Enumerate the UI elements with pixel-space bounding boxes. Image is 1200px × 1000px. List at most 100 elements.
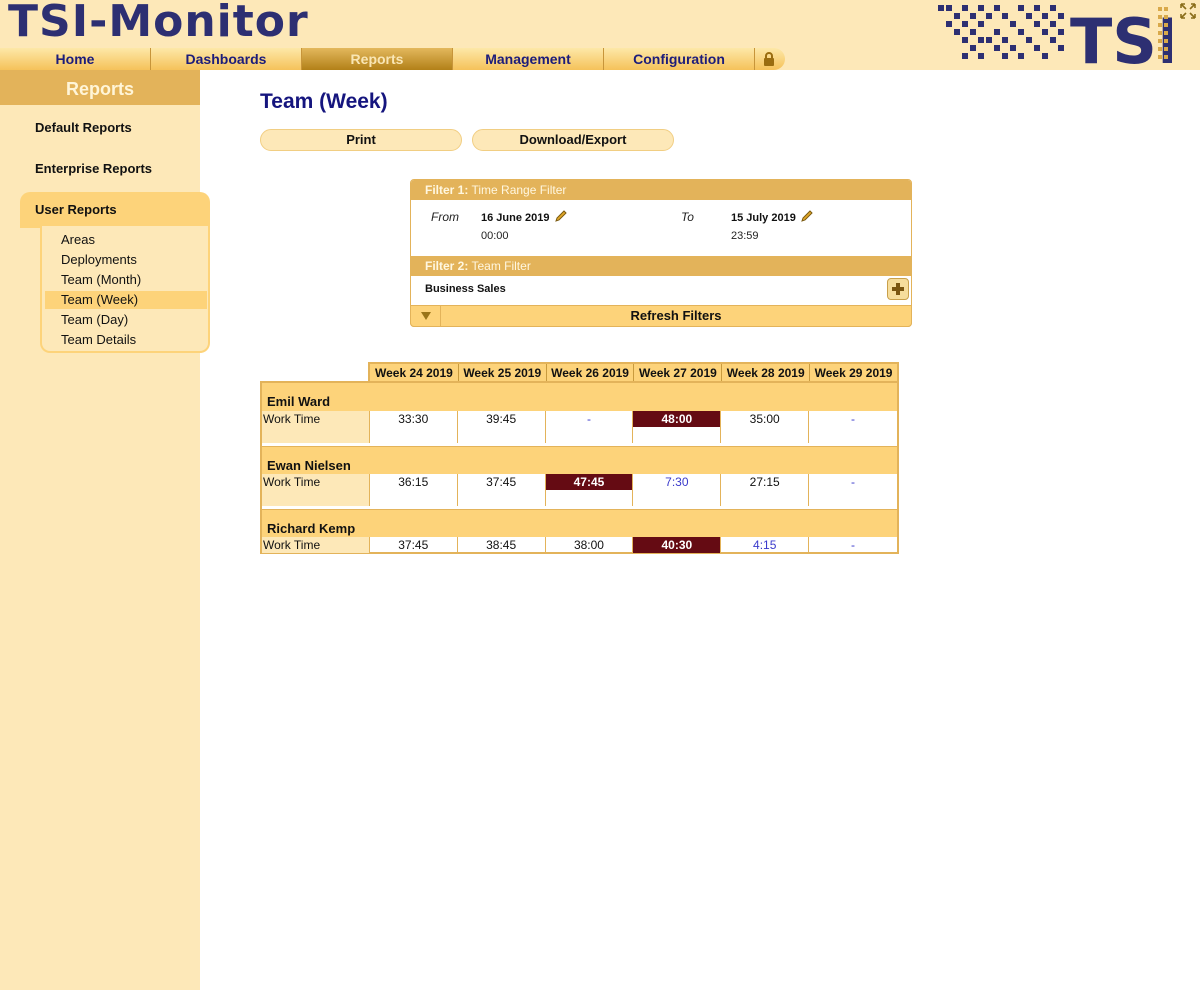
person-name[interactable]: Ewan Nielsen [262, 446, 897, 474]
time-value: 39:45 [486, 412, 517, 426]
time-cell[interactable]: 33:30 [370, 411, 458, 443]
triangle-down-icon [420, 312, 431, 320]
refresh-bar: Refresh Filters [410, 305, 912, 327]
time-value: - [851, 475, 856, 489]
week-header-row: Week 24 2019 Week 25 2019 Week 26 2019 W… [368, 362, 899, 382]
edit-to-pencil-icon[interactable] [800, 209, 814, 223]
person-name[interactable]: Emil Ward [262, 383, 897, 411]
download-export-button[interactable]: Download/Export [472, 129, 674, 151]
time-value: 37:45 [486, 475, 517, 489]
to-time: 23:59 [731, 230, 759, 242]
filter-2-prefix: Filter 2: [425, 259, 469, 273]
time-value: 38:45 [486, 538, 517, 552]
nav-tab-reports[interactable]: Reports [302, 48, 453, 70]
submenu-item-deployments[interactable]: Deployments [45, 251, 207, 269]
nav-tab-dashboards[interactable]: Dashboards [151, 48, 302, 70]
team-filter-value: Business Sales [425, 283, 506, 295]
submenu-item-team-week[interactable]: Team (Week) [45, 291, 207, 309]
to-label: To [681, 210, 694, 224]
main-nav: Home Dashboards Reports Management Confi… [0, 48, 785, 70]
week-header: Week 25 2019 [457, 364, 546, 382]
sidebar-title: Reports [0, 70, 200, 105]
refresh-filters-button[interactable]: Refresh Filters [441, 306, 911, 326]
time-cell[interactable]: - [809, 474, 897, 506]
row-label: Work Time [262, 474, 370, 506]
person-block: Emil Ward Work Time 33:30 39:45 - 48:00 … [262, 383, 897, 443]
time-cell[interactable]: 27:15 [721, 474, 810, 506]
time-cell[interactable]: 35:00 [721, 411, 810, 443]
week-header: Week 28 2019 [721, 364, 809, 382]
time-value: 40:30 [633, 537, 721, 553]
to-date: 15 July 2019 [731, 212, 796, 224]
time-value: 37:45 [398, 538, 429, 552]
time-cell[interactable]: 36:15 [370, 474, 458, 506]
lock-icon[interactable] [755, 48, 783, 70]
time-cell[interactable]: 37:45 [370, 537, 458, 553]
team-week-report: Week 24 2019 Week 25 2019 Week 26 2019 W… [260, 362, 899, 554]
time-cell[interactable]: - [809, 537, 897, 553]
time-value: 47:45 [545, 474, 633, 490]
time-cell[interactable]: 7:30 [633, 474, 722, 506]
time-cell[interactable]: 48:00 [633, 411, 722, 443]
time-cell[interactable]: 38:00 [546, 537, 634, 553]
time-value: 38:00 [573, 538, 604, 552]
tsi-logo: TSI [936, 3, 1180, 78]
table-row: Work Time 33:30 39:45 - 48:00 35:00 - [262, 411, 897, 443]
submenu-item-team-month[interactable]: Team (Month) [45, 271, 207, 289]
time-value: 33:30 [398, 412, 429, 426]
print-button[interactable]: Print [260, 129, 462, 151]
filter-1-prefix: Filter 1: [425, 183, 469, 197]
time-cell[interactable]: 39:45 [458, 411, 546, 443]
week-header: Week 29 2019 [809, 364, 897, 382]
report-body: Emil Ward Work Time 33:30 39:45 - 48:00 … [260, 381, 899, 554]
time-value: 48:00 [633, 411, 721, 427]
nav-tab-configuration[interactable]: Configuration [604, 48, 755, 70]
time-cell[interactable]: 38:45 [458, 537, 546, 553]
from-label: From [431, 210, 459, 224]
time-cell[interactable]: 40:30 [633, 537, 722, 553]
time-cell[interactable]: 4:15 [721, 537, 810, 553]
time-cell[interactable]: - [809, 411, 897, 443]
nav-tab-home[interactable]: Home [0, 48, 151, 70]
edit-from-pencil-icon[interactable] [554, 209, 568, 223]
time-cell[interactable]: - [546, 411, 634, 443]
collapse-filters-button[interactable] [411, 306, 441, 326]
filter-1-name: Time Range Filter [471, 183, 567, 197]
person-name[interactable]: Richard Kemp [262, 509, 897, 537]
from-date: 16 June 2019 [481, 212, 550, 224]
add-filter-button[interactable] [887, 278, 909, 300]
time-cell[interactable]: 47:45 [545, 474, 634, 506]
sidebar-submenu: Areas Deployments Team (Month) Team (Wee… [40, 226, 210, 353]
time-cell[interactable]: 37:45 [458, 474, 546, 506]
time-value: - [586, 412, 591, 426]
time-value: 35:00 [749, 412, 780, 426]
fullscreen-icon[interactable] [1178, 2, 1198, 20]
person-block: Ewan Nielsen Work Time 36:15 37:45 47:45… [262, 446, 897, 506]
time-value: 7:30 [665, 475, 689, 489]
time-value: 4:15 [753, 538, 777, 552]
sidebar-item-user-reports[interactable]: User Reports [35, 202, 117, 217]
time-value: 36:15 [398, 475, 429, 489]
app-header: TSI-Monitor Home Dashboards Reports Mana… [0, 0, 1200, 78]
sidebar: Reports Default Reports Enterprise Repor… [0, 70, 210, 990]
table-row: Work Time 36:15 37:45 47:45 7:30 27:15 - [262, 474, 897, 506]
filter-2-name: Team Filter [471, 259, 531, 273]
submenu-item-team-day[interactable]: Team (Day) [45, 311, 207, 329]
app-title: TSI-Monitor [8, 0, 309, 47]
from-time: 00:00 [481, 230, 509, 242]
sidebar-item-enterprise-reports[interactable]: Enterprise Reports [35, 161, 152, 176]
submenu-item-areas[interactable]: Areas [45, 231, 207, 249]
submenu-item-team-details[interactable]: Team Details [45, 331, 207, 349]
filter-panel: Filter 1: Time Range Filter From 16 June… [410, 179, 912, 327]
filter-1-header[interactable]: Filter 1: Time Range Filter [411, 180, 911, 200]
time-value: - [851, 412, 856, 426]
plus-icon [892, 283, 904, 295]
week-header: Week 26 2019 [545, 364, 634, 382]
sidebar-item-default-reports[interactable]: Default Reports [35, 120, 132, 135]
row-label: Work Time [262, 411, 370, 443]
time-value: 27:15 [749, 475, 780, 489]
row-label: Work Time [262, 537, 370, 553]
filter-2-header[interactable]: Filter 2: Team Filter [411, 256, 911, 276]
nav-tab-management[interactable]: Management [453, 48, 604, 70]
person-block: Richard Kemp Work Time 37:45 38:45 38:00… [262, 509, 897, 553]
